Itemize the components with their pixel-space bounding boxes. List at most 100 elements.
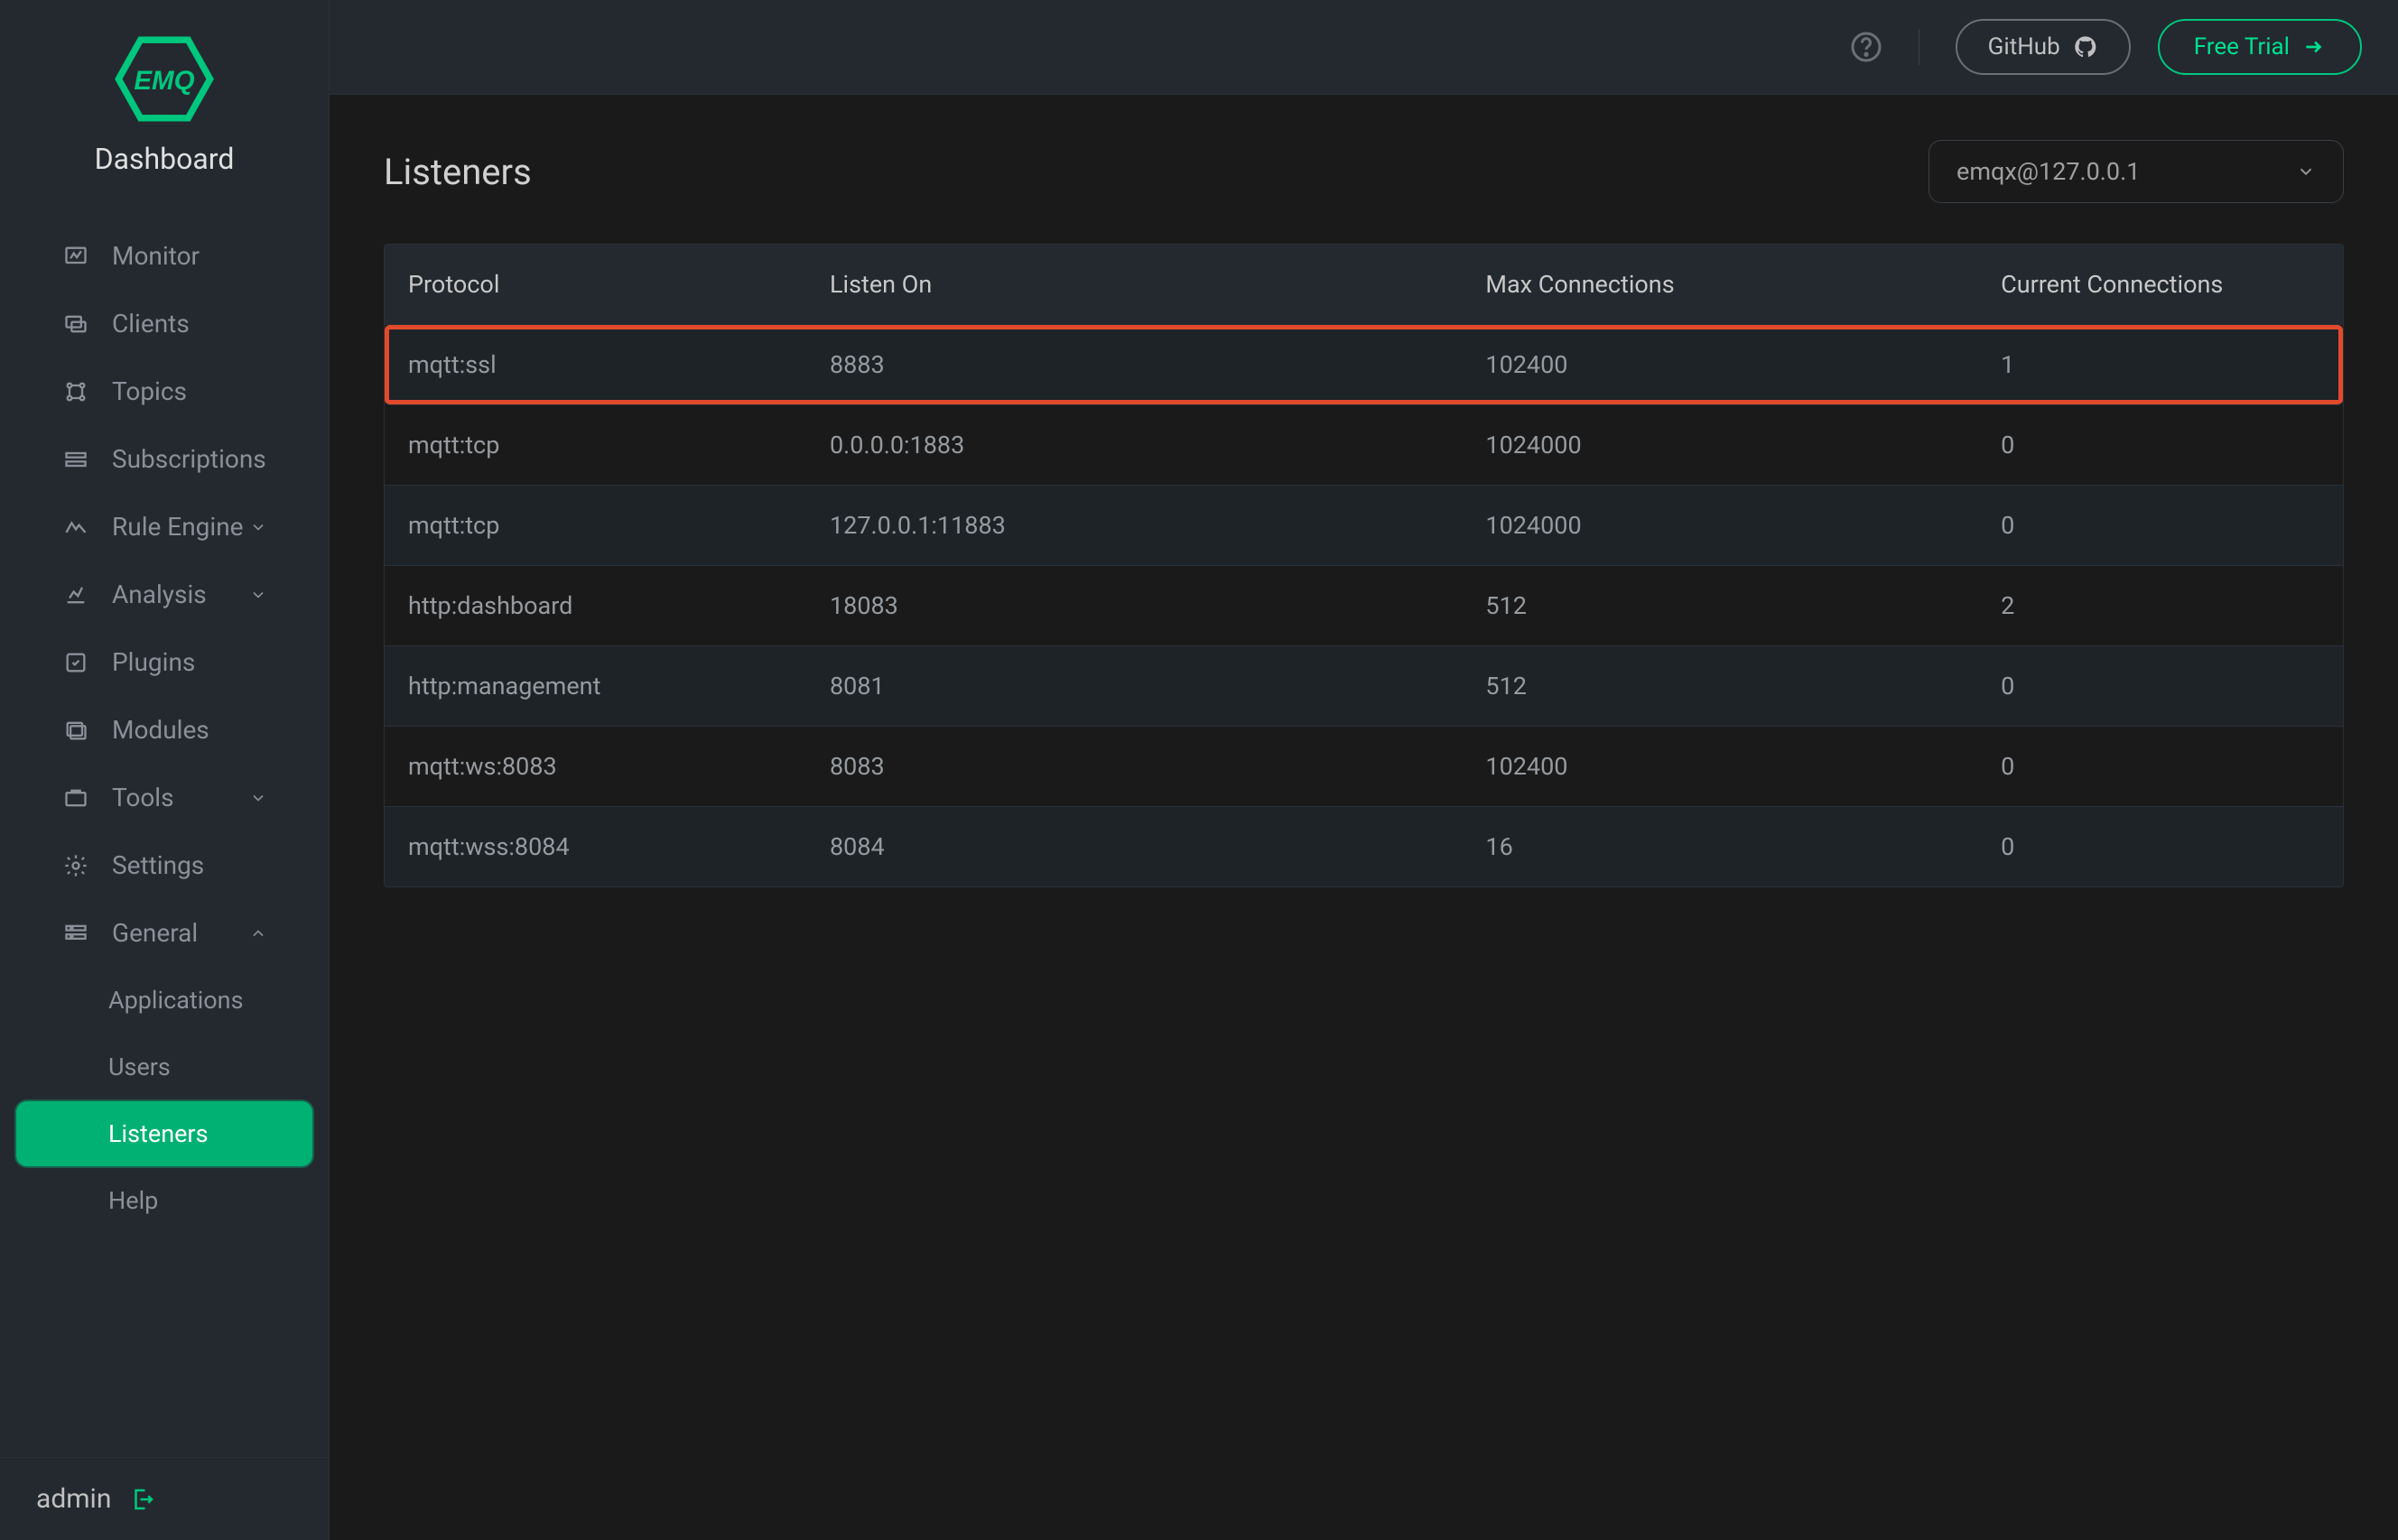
settings-icon: [61, 851, 90, 880]
chevron-down-icon: [2296, 162, 2316, 181]
sidebar-item-settings[interactable]: Settings: [16, 832, 312, 898]
sidebar-item-label: Plugins: [112, 647, 195, 677]
sidebar-item-label: Settings: [112, 850, 204, 880]
github-label: GitHub: [1988, 33, 2060, 60]
cell-listen_on: 8081: [830, 646, 1485, 726]
cell-protocol: mqtt:ws:8083: [408, 727, 830, 806]
subscriptions-icon: [61, 445, 90, 474]
page-content: Listeners emqx@127.0.0.1 Protocol Listen…: [330, 95, 2398, 1540]
cell-protocol: mqtt:tcp: [408, 486, 830, 565]
cell-max_conn: 512: [1485, 646, 2001, 726]
sidebar-item-label: Clients: [112, 309, 190, 339]
sidebar-item-monitor[interactable]: Monitor: [16, 223, 312, 289]
sidebar-item-label: Applications: [108, 986, 244, 1015]
sidebar-subitem-applications[interactable]: Applications: [16, 968, 312, 1033]
header-max-connections: Max Connections: [1485, 245, 2001, 324]
sidebar-item-label: Subscriptions: [112, 444, 266, 474]
svg-text:EMQ: EMQ: [134, 66, 194, 96]
sidebar-item-label: Rule Engine: [112, 512, 244, 542]
cell-protocol: http:management: [408, 646, 830, 726]
cell-protocol: mqtt:wss:8084: [408, 807, 830, 886]
cell-listen_on: 8883: [830, 325, 1485, 404]
cell-listen_on: 18083: [830, 566, 1485, 645]
table-row[interactable]: http:dashboard180835122: [385, 566, 2343, 646]
sidebar-item-label: Users: [108, 1053, 171, 1081]
github-button[interactable]: GitHub: [1956, 19, 2131, 75]
sidebar-item-label: Monitor: [112, 241, 200, 271]
cell-max_conn: 16: [1485, 807, 2001, 886]
sidebar-subitem-help[interactable]: Help: [16, 1168, 312, 1233]
header-listen-on: Listen On: [830, 245, 1485, 324]
node-select[interactable]: emqx@127.0.0.1: [1929, 140, 2344, 203]
sidebar-item-label: Analysis: [112, 580, 207, 609]
cell-cur_conn: 0: [2001, 486, 2319, 565]
cell-cur_conn: 1: [2001, 325, 2319, 404]
node-select-value: emqx@127.0.0.1: [1957, 157, 2140, 186]
current-user: admin: [36, 1483, 111, 1515]
page-title: Listeners: [384, 151, 532, 193]
tools-icon: [61, 784, 90, 812]
help-icon[interactable]: [1850, 31, 1882, 63]
sidebar-item-label: Help: [108, 1186, 158, 1215]
cell-cur_conn: 0: [2001, 646, 2319, 726]
rule-engine-icon: [61, 513, 90, 542]
sidebar-item-clients[interactable]: Clients: [16, 291, 312, 357]
cell-max_conn: 512: [1485, 566, 2001, 645]
table-row[interactable]: mqtt:tcp0.0.0.0:188310240000: [385, 405, 2343, 486]
sidebar-item-subscriptions[interactable]: Subscriptions: [16, 426, 312, 492]
topbar: GitHub Free Trial: [330, 0, 2398, 95]
cell-max_conn: 1024000: [1485, 405, 2001, 485]
cell-listen_on: 8084: [830, 807, 1485, 886]
cell-cur_conn: 0: [2001, 727, 2319, 806]
listeners-table: Protocol Listen On Max Connections Curre…: [384, 244, 2344, 887]
cell-cur_conn: 0: [2001, 405, 2319, 485]
sidebar-item-topics[interactable]: Topics: [16, 358, 312, 424]
sidebar-item-analysis[interactable]: Analysis: [16, 561, 312, 627]
sidebar-footer: admin: [0, 1457, 329, 1540]
monitor-icon: [61, 242, 90, 271]
github-icon: [2073, 34, 2098, 60]
sidebar-item-general[interactable]: General: [16, 900, 312, 966]
topics-icon: [61, 377, 90, 406]
sidebar-item-plugins[interactable]: Plugins: [16, 629, 312, 695]
cell-protocol: mqtt:ssl: [408, 325, 830, 404]
free-trial-button[interactable]: Free Trial: [2158, 19, 2362, 75]
sidebar-nav: Monitor Clients Topics Subscriptions: [0, 203, 329, 1457]
table-row[interactable]: mqtt:ssl88831024001: [385, 325, 2343, 405]
plugins-icon: [61, 648, 90, 677]
analysis-icon: [61, 580, 90, 609]
sidebar-item-rule-engine[interactable]: Rule Engine: [16, 494, 312, 560]
chevron-down-icon: [249, 518, 267, 536]
logout-icon[interactable]: [129, 1486, 156, 1513]
brand-subtitle: Dashboard: [0, 142, 329, 176]
table-row[interactable]: http:management80815120: [385, 646, 2343, 727]
cell-cur_conn: 0: [2001, 807, 2319, 886]
chevron-down-icon: [249, 789, 267, 807]
main-area: GitHub Free Trial Listeners emqx@127.0.0…: [330, 0, 2398, 1540]
clients-icon: [61, 310, 90, 339]
sidebar-subitem-users[interactable]: Users: [16, 1034, 312, 1099]
sidebar-item-label: Modules: [112, 715, 209, 745]
table-row[interactable]: mqtt:tcp127.0.0.1:1188310240000: [385, 486, 2343, 566]
sidebar-item-tools[interactable]: Tools: [16, 765, 312, 830]
header-protocol: Protocol: [408, 245, 830, 324]
cell-max_conn: 1024000: [1485, 486, 2001, 565]
table-row[interactable]: mqtt:ws:808380831024000: [385, 727, 2343, 807]
sidebar: EMQ Dashboard Monitor Clients: [0, 0, 330, 1540]
sidebar-item-label: Topics: [112, 376, 187, 406]
table-row[interactable]: mqtt:wss:80848084160: [385, 807, 2343, 886]
cell-max_conn: 102400: [1485, 727, 2001, 806]
cell-protocol: http:dashboard: [408, 566, 830, 645]
arrow-right-icon: [2302, 35, 2326, 59]
free-trial-label: Free Trial: [2194, 33, 2290, 60]
general-icon: [61, 919, 90, 948]
sidebar-subitem-listeners[interactable]: Listeners: [16, 1101, 312, 1166]
cell-cur_conn: 2: [2001, 566, 2319, 645]
page-header: Listeners emqx@127.0.0.1: [384, 140, 2344, 203]
sidebar-item-modules[interactable]: Modules: [16, 697, 312, 763]
cell-listen_on: 8083: [830, 727, 1485, 806]
cell-listen_on: 127.0.0.1:11883: [830, 486, 1485, 565]
modules-icon: [61, 716, 90, 745]
chevron-down-icon: [249, 586, 267, 604]
sidebar-item-label: General: [112, 918, 198, 948]
